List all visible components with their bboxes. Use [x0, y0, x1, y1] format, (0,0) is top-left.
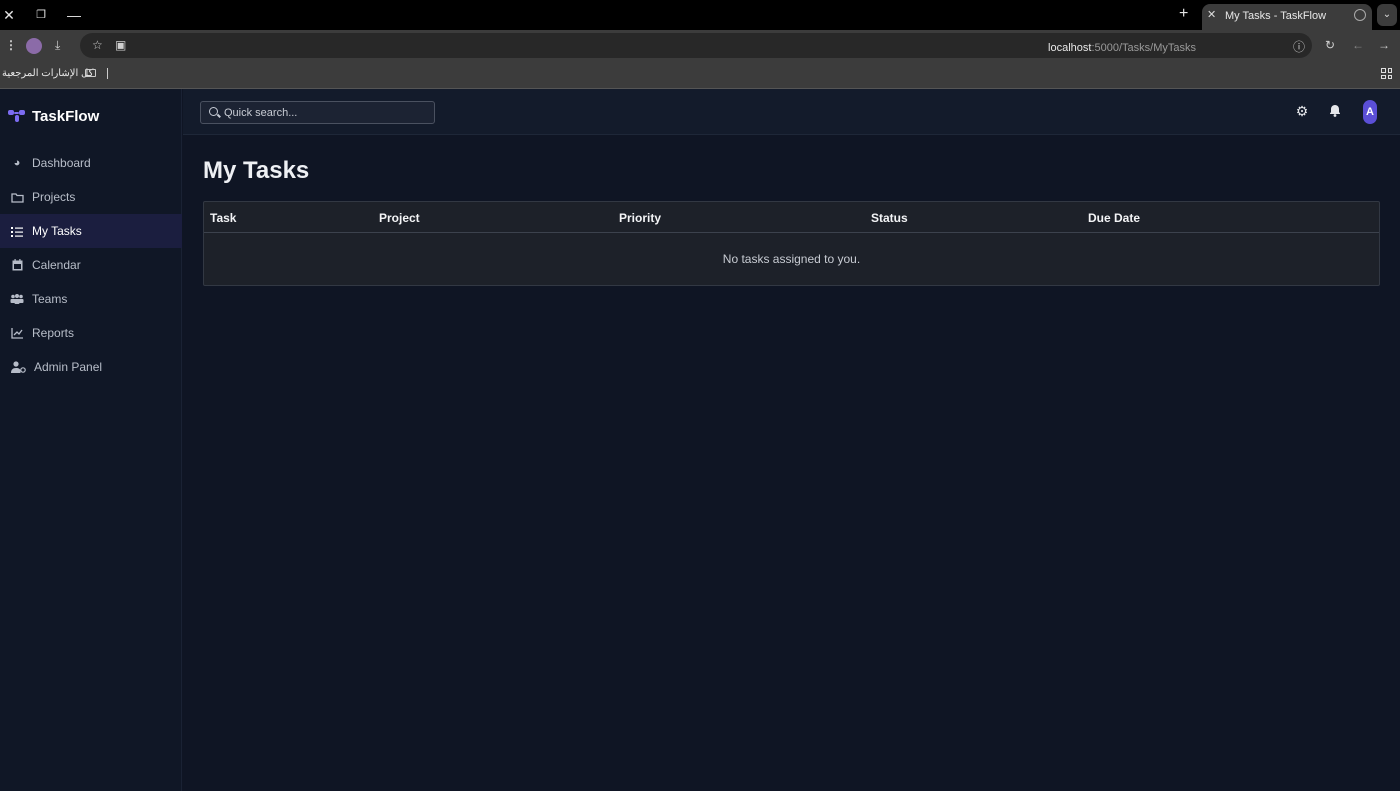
user-cog-icon	[10, 360, 26, 374]
sidebar-item-teams[interactable]: Teams	[0, 282, 182, 316]
sidebar-item-label: Dashboard	[32, 156, 91, 170]
column-header-status: Status	[871, 211, 908, 225]
sidebar: TaskFlow ◕ Dashboard Projects My Tasks C…	[0, 89, 182, 791]
apps-grid-icon[interactable]	[1381, 68, 1392, 79]
back-arrow-icon[interactable]: ←	[1352, 38, 1364, 52]
translate-icon[interactable]: ▣	[115, 38, 126, 52]
brand[interactable]: TaskFlow	[8, 106, 99, 126]
address-bar[interactable]: ☆ ▣ localhost:5000/Tasks/MyTasks ⓘ	[80, 33, 1312, 58]
list-check-icon	[10, 224, 24, 238]
browser-tab[interactable]: ✕ My Tasks - TaskFlow	[1202, 4, 1372, 30]
sidebar-item-label: Projects	[32, 190, 76, 204]
page-title: My Tasks	[203, 157, 310, 184]
column-header-project: Project	[379, 211, 420, 225]
column-header-task: Task	[210, 211, 237, 225]
new-tab-button[interactable]: +	[1179, 5, 1188, 23]
all-bookmarks-link[interactable]: كل الإشارات المرجعية	[2, 68, 93, 79]
sidebar-item-label: Reports	[32, 326, 75, 340]
reload-icon[interactable]: ↻	[1325, 38, 1335, 52]
sidebar-item-label: Teams	[32, 292, 68, 306]
forward-arrow-icon[interactable]: →	[1378, 38, 1390, 52]
calendar-icon	[10, 258, 24, 272]
sidebar-item-label: My Tasks	[32, 224, 82, 238]
column-header-due-date: Due Date	[1088, 211, 1141, 225]
globe-icon	[1354, 9, 1366, 21]
browser-toolbar: ⋮ ⤓ ☆ ▣ localhost:5000/Tasks/MyTasks ⓘ ↻…	[0, 30, 1400, 60]
bookmark-star-icon[interactable]: ☆	[92, 38, 103, 52]
avatar[interactable]: A	[1363, 100, 1377, 124]
dashboard-icon: ◕	[13, 157, 21, 169]
search-input[interactable]	[224, 104, 429, 122]
url-text[interactable]: localhost:5000/Tasks/MyTasks	[1048, 42, 1196, 54]
table-header: Task Project Priority Status Due Date	[204, 202, 1379, 233]
folder-icon	[10, 190, 24, 204]
bookmarks-bar: كل الإشارات المرجعية	[0, 60, 1400, 89]
search-icon	[209, 107, 218, 116]
search-box[interactable]	[200, 101, 435, 124]
brand-name: TaskFlow	[32, 107, 100, 125]
logo-icon	[8, 109, 26, 123]
window-minimize-icon[interactable]: —	[65, 6, 83, 24]
bell-icon[interactable]	[1329, 104, 1343, 118]
folder-icon	[85, 69, 96, 77]
chart-line-icon	[10, 326, 24, 340]
window-restore-icon[interactable]: ❐	[32, 6, 50, 24]
sidebar-item-reports[interactable]: Reports	[0, 316, 182, 350]
sidebar-item-calendar[interactable]: Calendar	[0, 248, 182, 282]
tab-search-button[interactable]: ⌄	[1377, 4, 1397, 26]
tab-close-icon[interactable]: ✕	[1207, 8, 1216, 21]
users-icon	[10, 292, 24, 306]
window-close-icon[interactable]: ✕	[0, 6, 18, 24]
sidebar-item-label: Calendar	[32, 258, 81, 272]
sidebar-item-dashboard[interactable]: ◕ Dashboard	[0, 146, 182, 180]
top-bar: ⚙ A	[183, 89, 1400, 135]
sidebar-item-projects[interactable]: Projects	[0, 180, 182, 214]
empty-state-message: No tasks assigned to you.	[722, 252, 861, 266]
tasks-table: Task Project Priority Status Due Date No…	[203, 201, 1380, 286]
sidebar-item-my-tasks[interactable]: My Tasks	[0, 214, 182, 248]
sidebar-item-label: Admin Panel	[34, 360, 103, 374]
browser-tab-bar: ✕ ❐ — + ✕ My Tasks - TaskFlow ⌄	[0, 0, 1400, 30]
sidebar-item-admin-panel[interactable]: Admin Panel	[0, 350, 182, 384]
divider	[107, 68, 108, 79]
extension-icon[interactable]	[26, 38, 42, 54]
menu-kebab-icon[interactable]: ⋮	[5, 38, 17, 52]
download-icon[interactable]: ⤓	[55, 38, 60, 53]
gear-icon[interactable]: ⚙	[1295, 104, 1309, 118]
tab-title: My Tasks - TaskFlow	[1225, 10, 1327, 22]
site-info-icon[interactable]: ⓘ	[1293, 38, 1305, 55]
column-header-priority: Priority	[619, 211, 662, 225]
